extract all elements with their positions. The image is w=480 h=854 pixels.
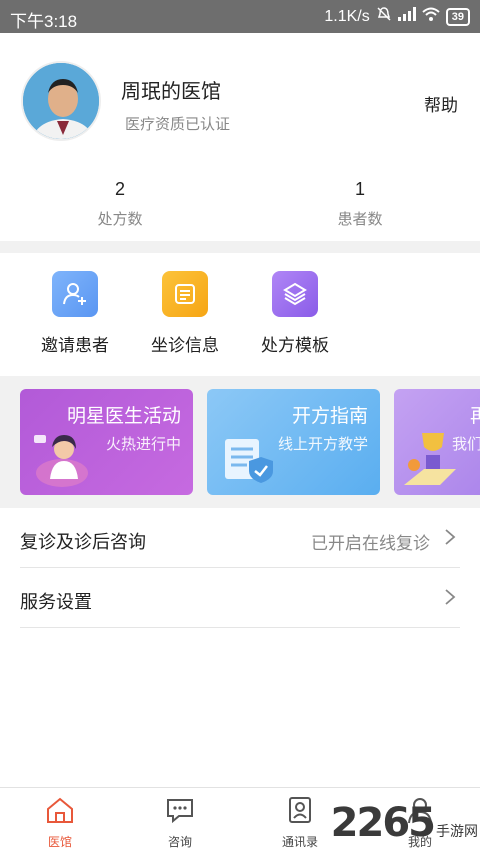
status-bar: 下午3:18 1.1K/s 39 bbox=[0, 0, 480, 33]
stat-value: 2 bbox=[114, 179, 125, 199]
status-icons: 1.1K/s 39 bbox=[324, 6, 470, 27]
guide-document-icon bbox=[225, 439, 273, 483]
certification-status: 医疗资质已认证 bbox=[125, 116, 231, 133]
quick-action-label: 处方模板 bbox=[261, 336, 329, 355]
battery-icon: 39 bbox=[445, 7, 470, 26]
site-watermark: 2265 手游网 bbox=[331, 800, 478, 846]
banner-carousel[interactable]: 明星医生活动 火热进行中 开方指南 线上开方教学 再 我们 bbox=[0, 376, 480, 508]
service-settings-row[interactable]: 服务设置 bbox=[20, 570, 460, 628]
prescription-template-button[interactable]: 处方模板 bbox=[240, 271, 350, 356]
trophy-illustration-icon bbox=[404, 433, 456, 485]
row-label: 复诊及诊后咨询 bbox=[20, 532, 146, 552]
contacts-icon bbox=[289, 797, 311, 823]
quick-action-label: 坐诊信息 bbox=[151, 336, 219, 355]
help-link[interactable]: 帮助 bbox=[424, 91, 458, 116]
bottom-tab-bar: 医馆 咨询 通讯录 我的 2265 手游网 bbox=[0, 787, 480, 854]
chat-icon bbox=[167, 799, 193, 824]
wifi-icon bbox=[422, 7, 440, 26]
signal-icon bbox=[397, 7, 416, 26]
follow-up-consult-row[interactable]: 复诊及诊后咨询 已开启在线复诊 bbox=[20, 510, 460, 568]
banner-subtitle: 我们 bbox=[452, 436, 480, 453]
stat-label: 处方数 bbox=[97, 211, 143, 228]
tab-label: 医馆 bbox=[47, 835, 72, 849]
chevron-right-icon bbox=[444, 528, 456, 551]
mute-icon bbox=[376, 6, 392, 27]
banner-title: 再 bbox=[470, 406, 480, 427]
banner-star-doctor[interactable]: 明星医生活动 火热进行中 bbox=[20, 389, 193, 495]
user-add-icon bbox=[52, 271, 98, 317]
prescription-count[interactable]: 2 处方数 bbox=[60, 179, 180, 229]
patient-count[interactable]: 1 患者数 bbox=[300, 179, 420, 229]
stat-value: 1 bbox=[354, 179, 365, 199]
stat-label: 患者数 bbox=[337, 211, 383, 228]
quick-action-label: 邀请患者 bbox=[41, 336, 109, 355]
document-icon bbox=[162, 271, 208, 317]
chevron-right-icon bbox=[444, 588, 456, 611]
tab-label: 咨询 bbox=[167, 835, 192, 849]
row-label: 服务设置 bbox=[20, 592, 92, 612]
tab-contacts[interactable]: 通讯录 bbox=[260, 796, 340, 850]
quick-actions: 邀请患者 坐诊信息 处方模板 bbox=[0, 253, 480, 373]
layers-icon bbox=[272, 271, 318, 317]
banner-partial[interactable]: 再 我们 bbox=[394, 389, 480, 495]
section-divider bbox=[0, 241, 480, 253]
profile-header: 周珉的医馆 医疗资质已认证 帮助 2 处方数 1 患者数 bbox=[0, 33, 480, 241]
banner-subtitle: 火热进行中 bbox=[105, 436, 181, 453]
banner-prescription-guide[interactable]: 开方指南 线上开方教学 bbox=[207, 389, 380, 495]
watermark-number: 2265 bbox=[330, 800, 436, 846]
clinic-icon bbox=[47, 797, 73, 823]
tab-consult[interactable]: 咨询 bbox=[140, 796, 220, 850]
doctor-avatar[interactable] bbox=[21, 61, 101, 141]
network-speed: 1.1K/s bbox=[324, 7, 370, 25]
banner-title: 明星医生活动 bbox=[66, 406, 181, 427]
watermark-site: 手游网 bbox=[436, 823, 478, 839]
doctor-illustration-icon bbox=[34, 435, 88, 487]
tab-label: 通讯录 bbox=[281, 835, 318, 849]
banner-subtitle: 线上开方教学 bbox=[277, 436, 368, 453]
row-value: 已开启在线复诊 bbox=[311, 534, 430, 553]
tab-clinic[interactable]: 医馆 bbox=[20, 796, 100, 850]
clinic-info-button[interactable]: 坐诊信息 bbox=[130, 271, 240, 356]
status-time: 下午3:18 bbox=[10, 12, 78, 31]
clinic-name: 周珉的医馆 bbox=[121, 81, 221, 103]
banner-title: 开方指南 bbox=[291, 406, 368, 427]
invite-patient-button[interactable]: 邀请患者 bbox=[20, 271, 130, 356]
